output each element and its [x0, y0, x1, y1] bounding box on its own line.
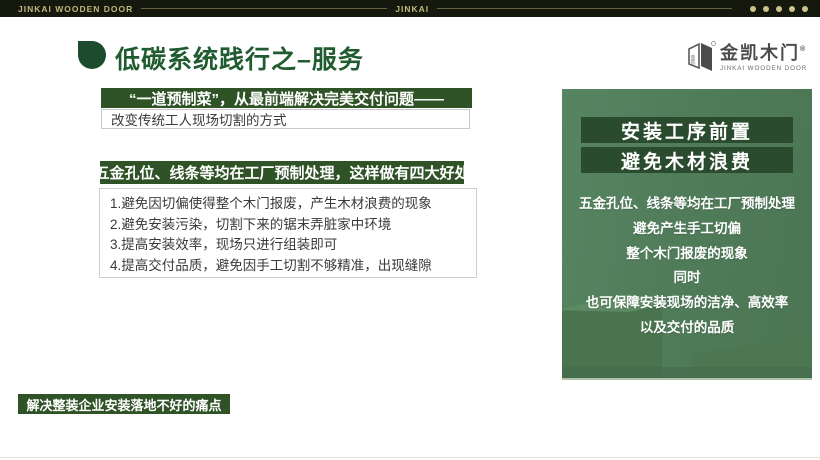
panel-body-line: 避免产生手工切偏	[633, 220, 741, 236]
banner-precast: “一道预制菜”，从最前端解决完美交付问题——	[101, 88, 472, 108]
benefit-item: 3.提高安装效率，现场只进行组装即可	[110, 237, 338, 252]
brand-name-cn: 金凯木门®	[720, 43, 806, 63]
panel-headline-2: 避免木材浪费	[581, 147, 793, 173]
content-divider	[562, 382, 563, 457]
ribbon-left-label: JINKAI WOODEN DOOR	[18, 3, 134, 14]
brand-name-en: JINKAI WOODEN DOOR	[720, 65, 808, 72]
right-panel: 安装工序前置 避免木材浪费 五金孔位、线条等均在工厂预制处理 避免产生手工切偏 整个…	[562, 89, 812, 380]
dot-icon	[802, 5, 809, 12]
dot-icon	[750, 5, 757, 12]
panel-body-line: 整个木门报废的现象	[626, 245, 748, 261]
top-ribbon: JINKAI WOODEN DOOR JINKAI	[0, 0, 820, 17]
benefit-item: 4.提高交付品质，避免因手工切割不够精准，出现缝隙	[110, 257, 432, 273]
page-title: 低碳系统践行之–服务	[115, 46, 364, 74]
door-icon-mini-label: 金凯	[690, 55, 696, 66]
banner-benefits: 五金孔位、线条等均在工厂预制处理，这样做有四大好处	[95, 161, 470, 184]
note-box: 改变传统工人现场切割的方式	[101, 109, 470, 129]
dot-icon	[776, 5, 783, 12]
dot-icon	[789, 5, 796, 12]
registered-mark: ®	[800, 46, 806, 53]
panel-body-line: 也可保障安装现场的洁净、高效率	[585, 295, 789, 311]
panel-body-line: 同时	[673, 270, 701, 286]
ribbon-center-label: JINKAI	[395, 3, 430, 14]
dot-icon	[763, 5, 770, 12]
panel-body-line: 五金孔位、线条等均在工厂预制处理	[579, 196, 795, 211]
benefit-item: 1.避免因切偏使得整个木门报废，产生木材浪费的现象	[110, 196, 432, 211]
slide-bottom-edge	[0, 457, 820, 458]
benefits-box: 1.避免因切偏使得整个木门报废，产生木材浪费的现象 2.避免安装污染，切割下来的锯…	[99, 188, 477, 278]
benefit-item: 2.避免安装污染，切割下来的锯末弄脏家中环境	[110, 216, 392, 232]
ribbon-divider-left	[141, 8, 388, 9]
leaf-icon	[78, 41, 106, 69]
panel-headline-1: 安装工序前置	[581, 117, 793, 143]
panel-body-line: 以及交付的品质	[639, 319, 735, 335]
ribbon-divider-right	[437, 8, 733, 9]
slide: JINKAI WOODEN DOOR JINKAI 低碳系统践行之–服务 金凯木…	[0, 0, 820, 460]
brand-logo: 金凯木门® JINKAI WOODEN DOOR	[686, 40, 807, 72]
panel-body: 五金孔位、线条等均在工厂预制处理 避免产生手工切偏 整个木门报废的现象 同时也可保障安…	[562, 192, 812, 341]
pain-point-badge: 解决整装企业安装落地不好的痛点	[18, 394, 230, 414]
panel-ground-shadow	[562, 367, 812, 378]
ribbon-dots	[750, 5, 809, 12]
